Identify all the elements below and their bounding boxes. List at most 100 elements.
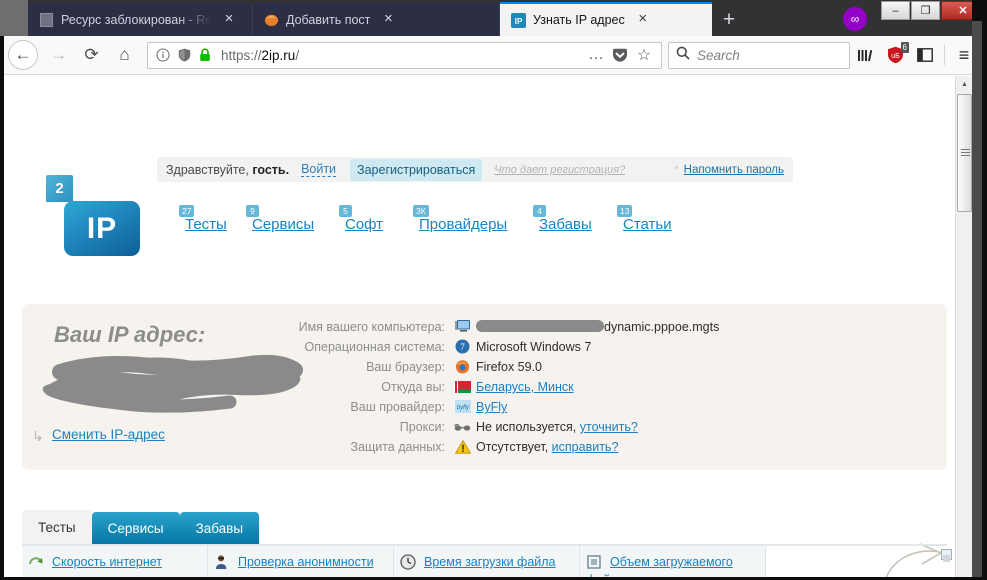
warning-icon [454,438,471,455]
browser-window: Ресурс заблокирован - Resource is blocke… [0,0,987,580]
lock-icon[interactable] [195,45,215,65]
close-icon[interactable]: × [380,11,396,28]
nav-label: Сервисы [252,216,315,233]
svg-text:byfly: byfly [456,405,469,411]
section-tab-fun[interactable]: Забавы [179,512,260,544]
detail-label: Прокси: [399,420,445,434]
search-input[interactable]: Search [668,41,850,69]
sidebar-icon[interactable] [910,40,940,70]
ip-details-table: Имя вашего компьютера: dynamic.pppoe.mgt… [278,318,878,458]
proxy-clarify-link[interactable]: уточнить? [580,420,638,434]
detail-row-location: Откуда вы: Беларусь, Минск [278,378,878,398]
url-bar[interactable]: https://2ip.ru/ … ☆ [147,41,662,69]
close-icon[interactable]: × [221,11,237,28]
file-size-icon [586,554,602,570]
nav-label: Софт [345,216,384,233]
extension-avatar-icon[interactable]: ∞ [843,7,867,31]
grid-item-speed[interactable]: Скорость интернет соединения [22,546,208,580]
window-right-edge [972,0,987,580]
nav-item-fun[interactable]: 4 Забавы [533,205,592,234]
what-registration-gives-link[interactable]: Что дает регистрация? [494,164,625,176]
back-button[interactable]: ← [8,40,38,70]
detail-value: dynamic.pppoe.mgts [476,320,719,334]
browser-tab-3-title: Узнать IP адрес [533,13,625,27]
nav-badge: 9 [246,205,259,217]
home-button[interactable]: ⌂ [108,40,141,70]
page-actions-icon[interactable]: … [584,44,608,66]
login-link[interactable]: Войти [301,162,337,177]
toolbar-divider [944,45,945,65]
nav-item-tests[interactable]: 27 Тесты [179,205,227,234]
spy-person-icon [214,554,230,570]
minimize-button[interactable]: – [881,1,910,20]
nav-label: Статьи [623,216,672,233]
detail-label: Ваш провайдер: [350,400,445,414]
nav-badge: 13 [617,205,633,217]
ip-site-icon: IP [510,12,526,28]
change-ip-link[interactable]: Сменить IP-адрес [52,427,165,442]
page-scrollbar[interactable]: ▲ [955,76,972,580]
browser-tab-3-active[interactable]: IP Узнать IP адрес × [500,2,712,36]
glasses-icon [454,418,471,435]
scrollbar-thumb[interactable] [957,94,972,212]
grid-item-label: Время загрузки файла [424,555,556,569]
detail-row-proxy: Прокси: Не используется, уточнить? [278,418,878,438]
register-button[interactable]: Зарегистрироваться [350,158,483,181]
logo-badge-2: 2 [46,175,73,202]
new-tab-button[interactable]: + [712,3,746,36]
navigation-toolbar: ← → ⟳ ⌂ https://2ip.ru/ … ☆ Search uБ 6 … [0,36,987,75]
scroll-up-arrow-icon[interactable]: ▲ [956,76,973,93]
nav-item-providers[interactable]: 3К Провайдеры [413,205,507,234]
section-tab-tests[interactable]: Тесты [22,510,92,544]
location-link[interactable]: Беларусь, Минск [476,380,574,394]
blank-page-icon [38,12,54,28]
ip-address-redaction [42,354,303,413]
svg-text:7: 7 [460,342,465,352]
nav-badge: 3К [413,205,429,217]
clock-icon [400,554,416,570]
forward-button[interactable]: → [42,40,75,70]
grid-item-download-time[interactable]: Время загрузки файла [394,546,580,580]
shield-icon[interactable] [174,45,194,65]
reload-button[interactable]: ⟳ [75,40,108,70]
window-left-edge [0,36,4,580]
pocket-icon[interactable] [608,44,632,66]
grid-item-label: Проверка анонимности [238,555,374,569]
nav-item-soft[interactable]: 5 Софт [339,205,384,234]
hostname-redaction [476,320,604,332]
browser-tab-2-title: Добавить пост [286,12,371,27]
detail-label: Защита данных: [350,440,445,454]
belarus-flag-icon [454,378,471,395]
asterisk-marker: * [674,163,679,176]
detail-value: Не используется, уточнить? [476,420,638,434]
detail-value: Отсутствует, исправить? [476,440,619,454]
bookmark-star-icon[interactable]: ☆ [632,44,656,66]
detail-label: Ваш браузер: [366,360,445,374]
change-ip-arrow-icon: ↳ [32,428,44,444]
nav-badge: 4 [533,205,546,217]
grid-item-file-volume[interactable]: Объем загружаемого файла [580,546,766,580]
library-icon[interactable] [850,40,880,70]
account-bar: Здравствуйте, гость. Войти Зарегистриров… [157,157,793,182]
orange-ball-icon [263,12,279,28]
maximize-button[interactable]: ❐ [911,1,940,20]
ublock-origin-icon[interactable]: uБ 6 [880,40,910,70]
detail-label: Откуда вы: [381,380,445,394]
browser-tab-2[interactable]: Добавить пост × [253,3,500,36]
detail-value: ByFly [476,400,507,414]
fix-protection-link[interactable]: исправить? [552,440,619,454]
remind-password-link[interactable]: Напомнить пароль [684,164,784,176]
nav-item-articles[interactable]: 13 Статьи [617,205,672,234]
nav-label: Тесты [185,216,227,233]
tab-strip: Ресурс заблокирован - Resource is blocke… [0,0,987,36]
browser-tab-1[interactable]: Ресурс заблокирован - Resource is blocke… [28,3,253,36]
url-host: 2ip.ru [261,47,296,63]
close-icon[interactable]: × [635,11,651,28]
grid-item-anonymity[interactable]: Проверка анонимности [208,546,394,580]
scrollbar-grip-icon [961,149,970,156]
section-tab-services[interactable]: Сервисы [91,512,180,544]
section-tabs: Тесты Сервисы Забавы [22,510,260,544]
identity-info-icon[interactable] [153,45,173,65]
nav-item-services[interactable]: 9 Сервисы [246,205,315,234]
provider-link[interactable]: ByFly [476,400,507,414]
